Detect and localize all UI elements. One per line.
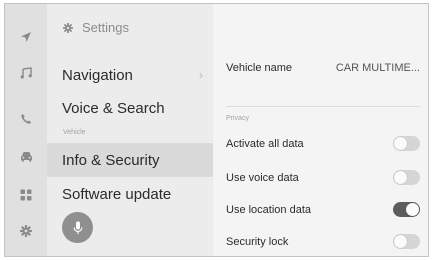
vehicle-name-row[interactable]: Vehicle name CAR MULTIME... bbox=[226, 62, 420, 74]
section-label-privacy: Privacy bbox=[226, 115, 249, 122]
menu-item-navigation[interactable]: Navigation › bbox=[47, 58, 213, 92]
phone-icon[interactable] bbox=[5, 108, 47, 130]
security-lock-row[interactable]: Security lock bbox=[226, 234, 420, 249]
menu-item-label: Info & Security bbox=[62, 151, 160, 169]
menu-item-software-update[interactable]: Software update bbox=[47, 177, 213, 211]
app-rail bbox=[5, 4, 47, 256]
toggle-knob bbox=[394, 171, 407, 184]
gear-icon bbox=[63, 22, 73, 33]
menu-item-label: Software update bbox=[62, 185, 172, 203]
activate-all-data-toggle[interactable] bbox=[393, 136, 420, 151]
info-security-panel: Vehicle name CAR MULTIME... Privacy Acti… bbox=[213, 4, 428, 256]
use-voice-data-toggle[interactable] bbox=[393, 170, 420, 185]
microphone-icon bbox=[73, 221, 82, 234]
vehicle-name-label: Vehicle name bbox=[226, 62, 293, 74]
settings-menu: Settings Navigation › Voice & Search Veh… bbox=[47, 4, 213, 256]
row-label: Security lock bbox=[226, 235, 289, 248]
section-label-vehicle: Vehicle bbox=[63, 129, 86, 136]
activate-all-data-row[interactable]: Activate all data bbox=[226, 136, 420, 151]
vehicle-name-value: CAR MULTIME... bbox=[335, 62, 420, 74]
navigation-arrow-icon[interactable] bbox=[5, 26, 47, 48]
apps-grid-icon[interactable] bbox=[5, 184, 47, 206]
menu-item-label: Voice & Search bbox=[62, 99, 165, 117]
toggle-knob bbox=[394, 137, 407, 150]
divider bbox=[226, 106, 420, 107]
toggle-knob bbox=[406, 203, 419, 216]
chevron-right-icon: › bbox=[199, 68, 203, 82]
car-icon[interactable] bbox=[5, 145, 47, 167]
row-label: Activate all data bbox=[226, 137, 304, 150]
row-label: Use voice data bbox=[226, 171, 299, 184]
menu-item-label: Navigation bbox=[62, 66, 133, 84]
settings-header: Settings bbox=[63, 20, 129, 35]
voice-button[interactable] bbox=[62, 212, 93, 243]
use-location-data-toggle[interactable] bbox=[393, 202, 420, 217]
settings-title: Settings bbox=[82, 20, 129, 35]
security-lock-toggle[interactable] bbox=[393, 234, 420, 249]
toggle-knob bbox=[394, 235, 407, 248]
music-note-icon[interactable] bbox=[5, 62, 47, 84]
use-voice-data-row[interactable]: Use voice data bbox=[226, 170, 420, 185]
menu-item-voice-search[interactable]: Voice & Search bbox=[47, 91, 213, 125]
use-location-data-row[interactable]: Use location data bbox=[226, 202, 420, 217]
settings-screen: Settings Navigation › Voice & Search Veh… bbox=[4, 3, 429, 257]
menu-item-info-security[interactable]: Info & Security bbox=[47, 143, 213, 177]
row-label: Use location data bbox=[226, 203, 311, 216]
gear-icon[interactable] bbox=[5, 220, 47, 242]
